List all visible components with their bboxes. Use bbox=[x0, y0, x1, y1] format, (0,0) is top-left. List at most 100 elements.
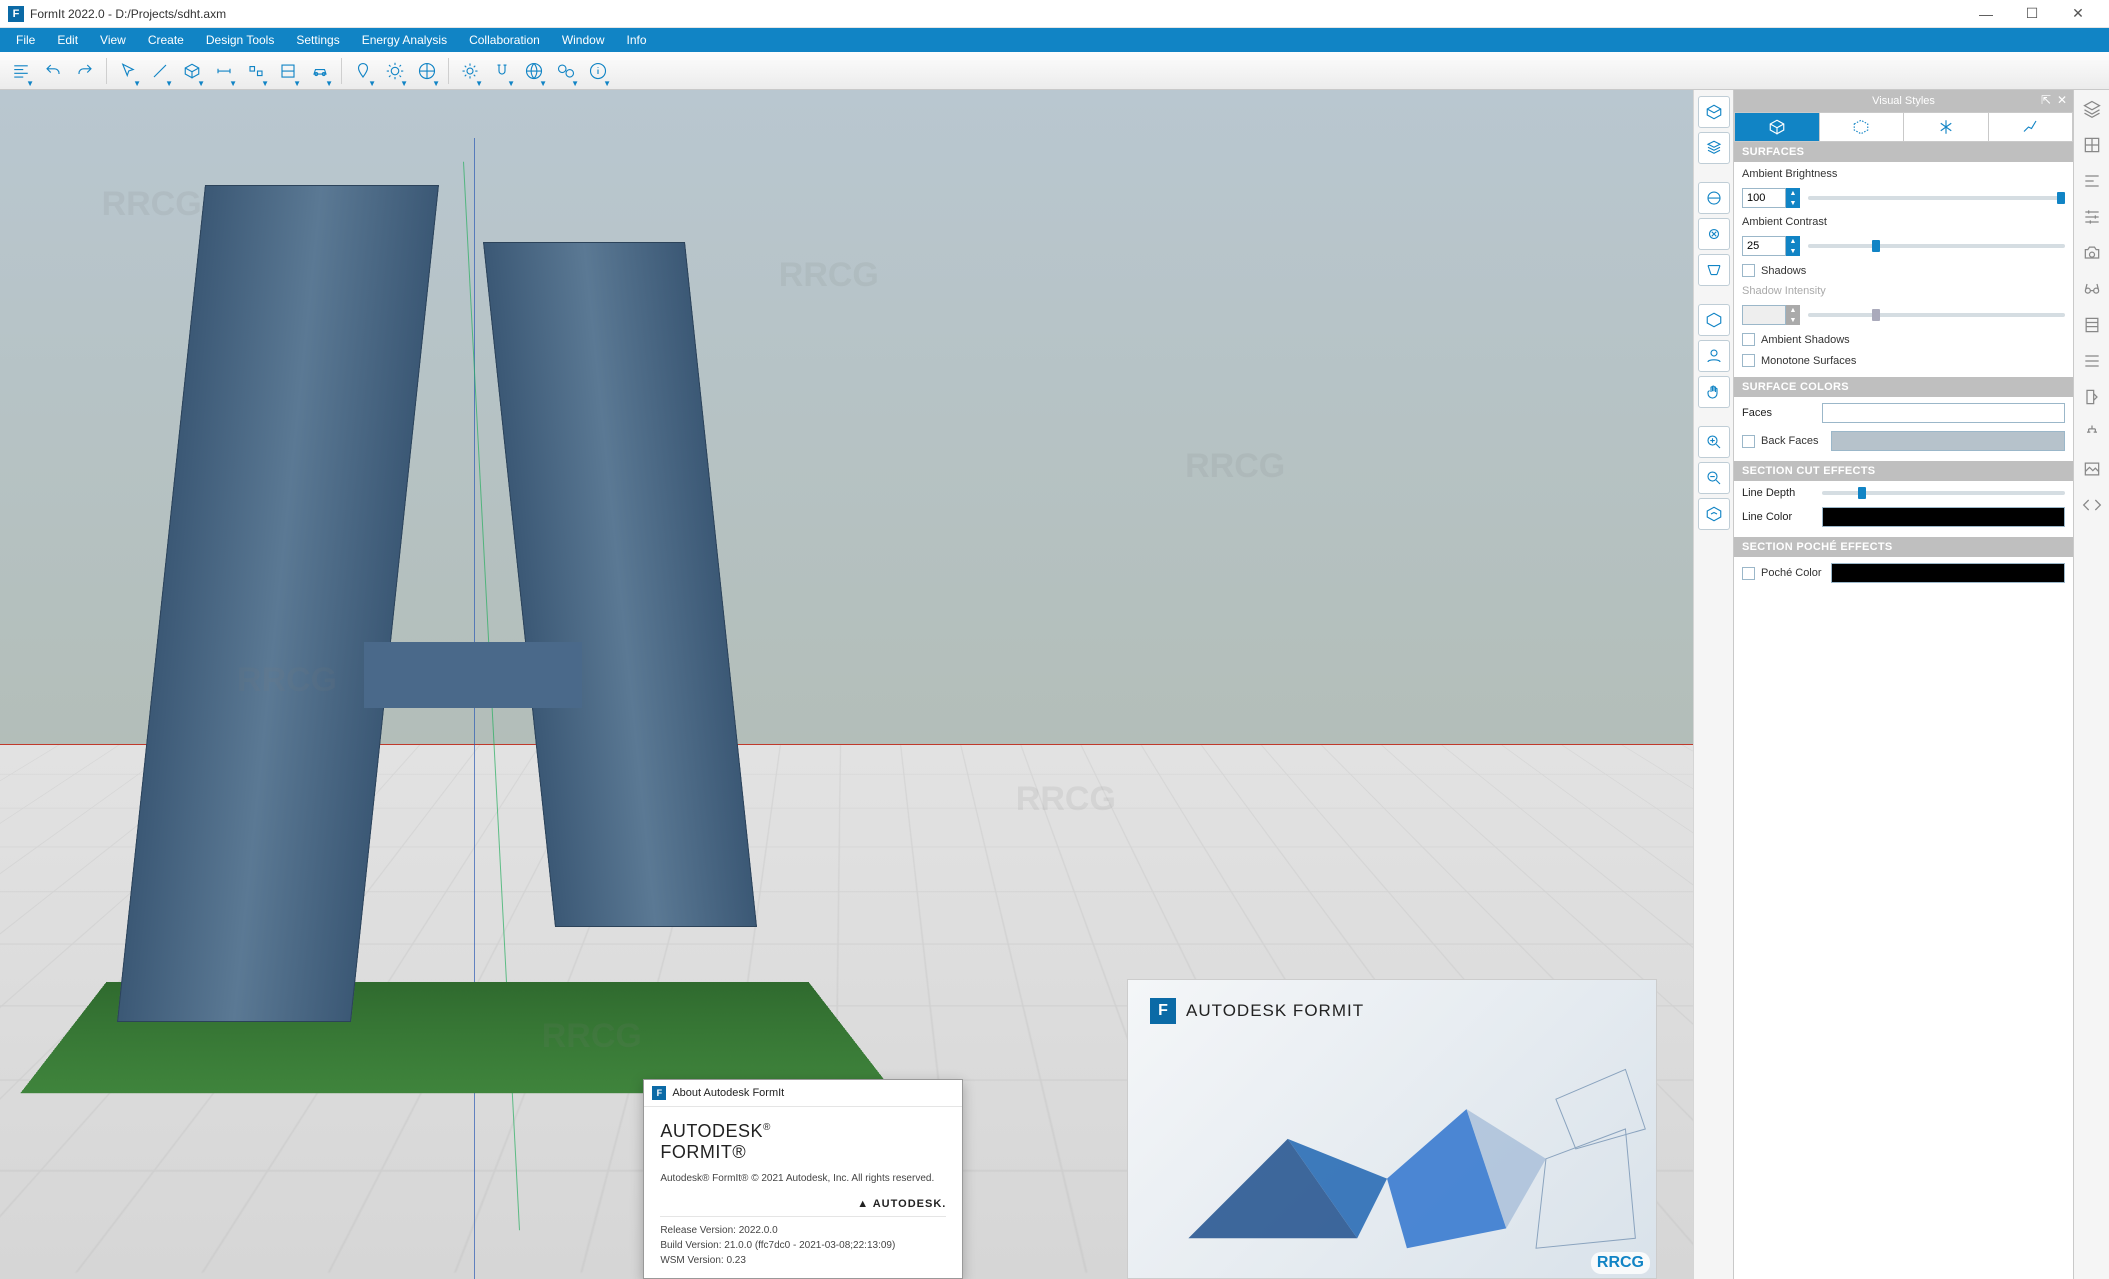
zoom-fit-button[interactable] bbox=[1698, 498, 1730, 530]
car-button[interactable]: ▼ bbox=[305, 56, 335, 86]
look-button[interactable] bbox=[1698, 218, 1730, 250]
about-dialog: F About Autodesk FormIt AUTODESK® FORMIT… bbox=[643, 1079, 963, 1279]
code-icon[interactable] bbox=[2079, 492, 2105, 518]
panel-close-icon[interactable]: ✕ bbox=[2057, 93, 2067, 107]
chevron-down-icon: ▼ bbox=[133, 79, 141, 88]
menu-view[interactable]: View bbox=[90, 31, 136, 49]
pin-icon[interactable]: ⇱ bbox=[2041, 93, 2051, 107]
3dview-button[interactable] bbox=[1698, 304, 1730, 336]
chevron-down-icon: ▼ bbox=[197, 79, 205, 88]
section-poche: SECTION POCHÉ EFFECTS bbox=[1734, 537, 2073, 557]
line-color-label: Line Color bbox=[1742, 511, 1812, 523]
minimize-button[interactable]: — bbox=[1963, 0, 2009, 28]
workspace: RRCG RRCG RRCG RRCG RRCG RRCG F About Au… bbox=[0, 90, 2109, 1279]
view-3d-button[interactable] bbox=[1698, 96, 1730, 128]
menu-settings[interactable]: Settings bbox=[286, 31, 349, 49]
tab-material[interactable] bbox=[1904, 113, 1989, 141]
ambient-brightness-input[interactable] bbox=[1742, 188, 1786, 208]
swatch-icon[interactable] bbox=[2079, 384, 2105, 410]
sun-button[interactable]: ▼ bbox=[380, 56, 410, 86]
compare-button[interactable]: ▼ bbox=[551, 56, 581, 86]
ambient-brightness-slider[interactable] bbox=[1808, 196, 2065, 200]
maximize-button[interactable]: ☐ bbox=[2009, 0, 2055, 28]
menu-collaboration[interactable]: Collaboration bbox=[459, 31, 550, 49]
menu-edit[interactable]: Edit bbox=[47, 31, 88, 49]
dimension-button[interactable]: ▼ bbox=[209, 56, 239, 86]
levels-icon[interactable] bbox=[2079, 348, 2105, 374]
undo-button[interactable] bbox=[38, 56, 68, 86]
shadows-checkbox[interactable] bbox=[1742, 264, 1755, 277]
settings-icon[interactable] bbox=[2079, 204, 2105, 230]
walk-button[interactable] bbox=[1698, 254, 1730, 286]
poche-color-swatch[interactable] bbox=[1831, 563, 2065, 583]
menu-energy-analysis[interactable]: Energy Analysis bbox=[352, 31, 457, 49]
separator bbox=[448, 58, 449, 84]
array-button[interactable]: ▼ bbox=[241, 56, 271, 86]
spin-down-icon[interactable]: ▼ bbox=[1786, 246, 1800, 256]
info-button[interactable]: ▼ bbox=[583, 56, 613, 86]
poche-checkbox[interactable] bbox=[1742, 567, 1755, 580]
ambient-shadows-checkbox[interactable] bbox=[1742, 333, 1755, 346]
tree-icon[interactable] bbox=[2079, 420, 2105, 446]
spin-up-icon[interactable]: ▲ bbox=[1786, 236, 1800, 246]
cube-button[interactable]: ▼ bbox=[177, 56, 207, 86]
menu-create[interactable]: Create bbox=[138, 31, 194, 49]
close-button[interactable]: ✕ bbox=[2055, 0, 2101, 28]
spin-down-icon[interactable]: ▼ bbox=[1786, 198, 1800, 208]
tab-settings[interactable] bbox=[1989, 113, 2073, 141]
orbit-button[interactable] bbox=[1698, 182, 1730, 214]
snap-button[interactable]: ▼ bbox=[487, 56, 517, 86]
section-button[interactable]: ▼ bbox=[273, 56, 303, 86]
justify-icon[interactable] bbox=[2079, 168, 2105, 194]
view-iso-button[interactable] bbox=[1698, 132, 1730, 164]
tab-solid[interactable] bbox=[1735, 113, 1820, 141]
pointer-button[interactable]: ▼ bbox=[113, 56, 143, 86]
section-surface-colors: SURFACE COLORS bbox=[1734, 377, 2073, 397]
spin-up-icon[interactable]: ▲ bbox=[1786, 188, 1800, 198]
zoom-out-button[interactable] bbox=[1698, 462, 1730, 494]
line-depth-slider[interactable] bbox=[1822, 491, 2065, 495]
ambient-contrast-input[interactable] bbox=[1742, 236, 1786, 256]
align-left-button[interactable]: ▼ bbox=[6, 56, 36, 86]
mesh-icon[interactable] bbox=[2079, 132, 2105, 158]
faces-color-swatch[interactable] bbox=[1822, 403, 2065, 423]
promo-badge: RRCG bbox=[1591, 1252, 1650, 1274]
menu-file[interactable]: File bbox=[6, 31, 45, 49]
tab-wireframe[interactable] bbox=[1820, 113, 1905, 141]
shadow-intensity-label: Shadow Intensity bbox=[1742, 285, 2065, 297]
scene-icon[interactable] bbox=[2079, 456, 2105, 482]
ambient-contrast-slider[interactable] bbox=[1808, 244, 2065, 248]
panel-title: Visual Styles ⇱ ✕ bbox=[1734, 90, 2073, 112]
about-wsm: WSM Version: 0.23 bbox=[660, 1253, 946, 1268]
materials-button[interactable]: ▼ bbox=[412, 56, 442, 86]
line-color-swatch[interactable] bbox=[1822, 507, 2065, 527]
ambient-shadows-label: Ambient Shadows bbox=[1761, 334, 1850, 346]
redo-button[interactable] bbox=[70, 56, 100, 86]
about-copyright: Autodesk® FormIt® © 2021 Autodesk, Inc. … bbox=[660, 1173, 946, 1184]
promo-title: AUTODESK FORMIT bbox=[1186, 1001, 1364, 1021]
layers-icon[interactable] bbox=[2079, 96, 2105, 122]
building-bridge bbox=[364, 642, 582, 709]
menu-design-tools[interactable]: Design Tools bbox=[196, 31, 284, 49]
user-button[interactable] bbox=[1698, 340, 1730, 372]
camera-icon[interactable] bbox=[2079, 240, 2105, 266]
menu-window[interactable]: Window bbox=[552, 31, 615, 49]
monotone-checkbox[interactable] bbox=[1742, 354, 1755, 367]
line-button[interactable]: ▼ bbox=[145, 56, 175, 86]
globe-button[interactable]: ▼ bbox=[519, 56, 549, 86]
pin-button[interactable]: ▼ bbox=[348, 56, 378, 86]
gear-button[interactable]: ▼ bbox=[455, 56, 485, 86]
zoom-in-button[interactable] bbox=[1698, 426, 1730, 458]
bim-icon[interactable] bbox=[2079, 312, 2105, 338]
backfaces-color-swatch[interactable] bbox=[1831, 431, 2065, 451]
spin-down-icon: ▼ bbox=[1786, 315, 1800, 325]
viewport-3d[interactable]: RRCG RRCG RRCG RRCG RRCG RRCG F About Au… bbox=[0, 90, 1693, 1279]
chevron-down-icon: ▼ bbox=[368, 79, 376, 88]
hand-button[interactable] bbox=[1698, 376, 1730, 408]
promo-logo-icon: F bbox=[1150, 998, 1176, 1024]
menu-info[interactable]: Info bbox=[617, 31, 657, 49]
shadow-intensity-input bbox=[1742, 305, 1786, 325]
backfaces-checkbox[interactable] bbox=[1742, 435, 1755, 448]
glasses-icon[interactable] bbox=[2079, 276, 2105, 302]
separator bbox=[106, 58, 107, 84]
